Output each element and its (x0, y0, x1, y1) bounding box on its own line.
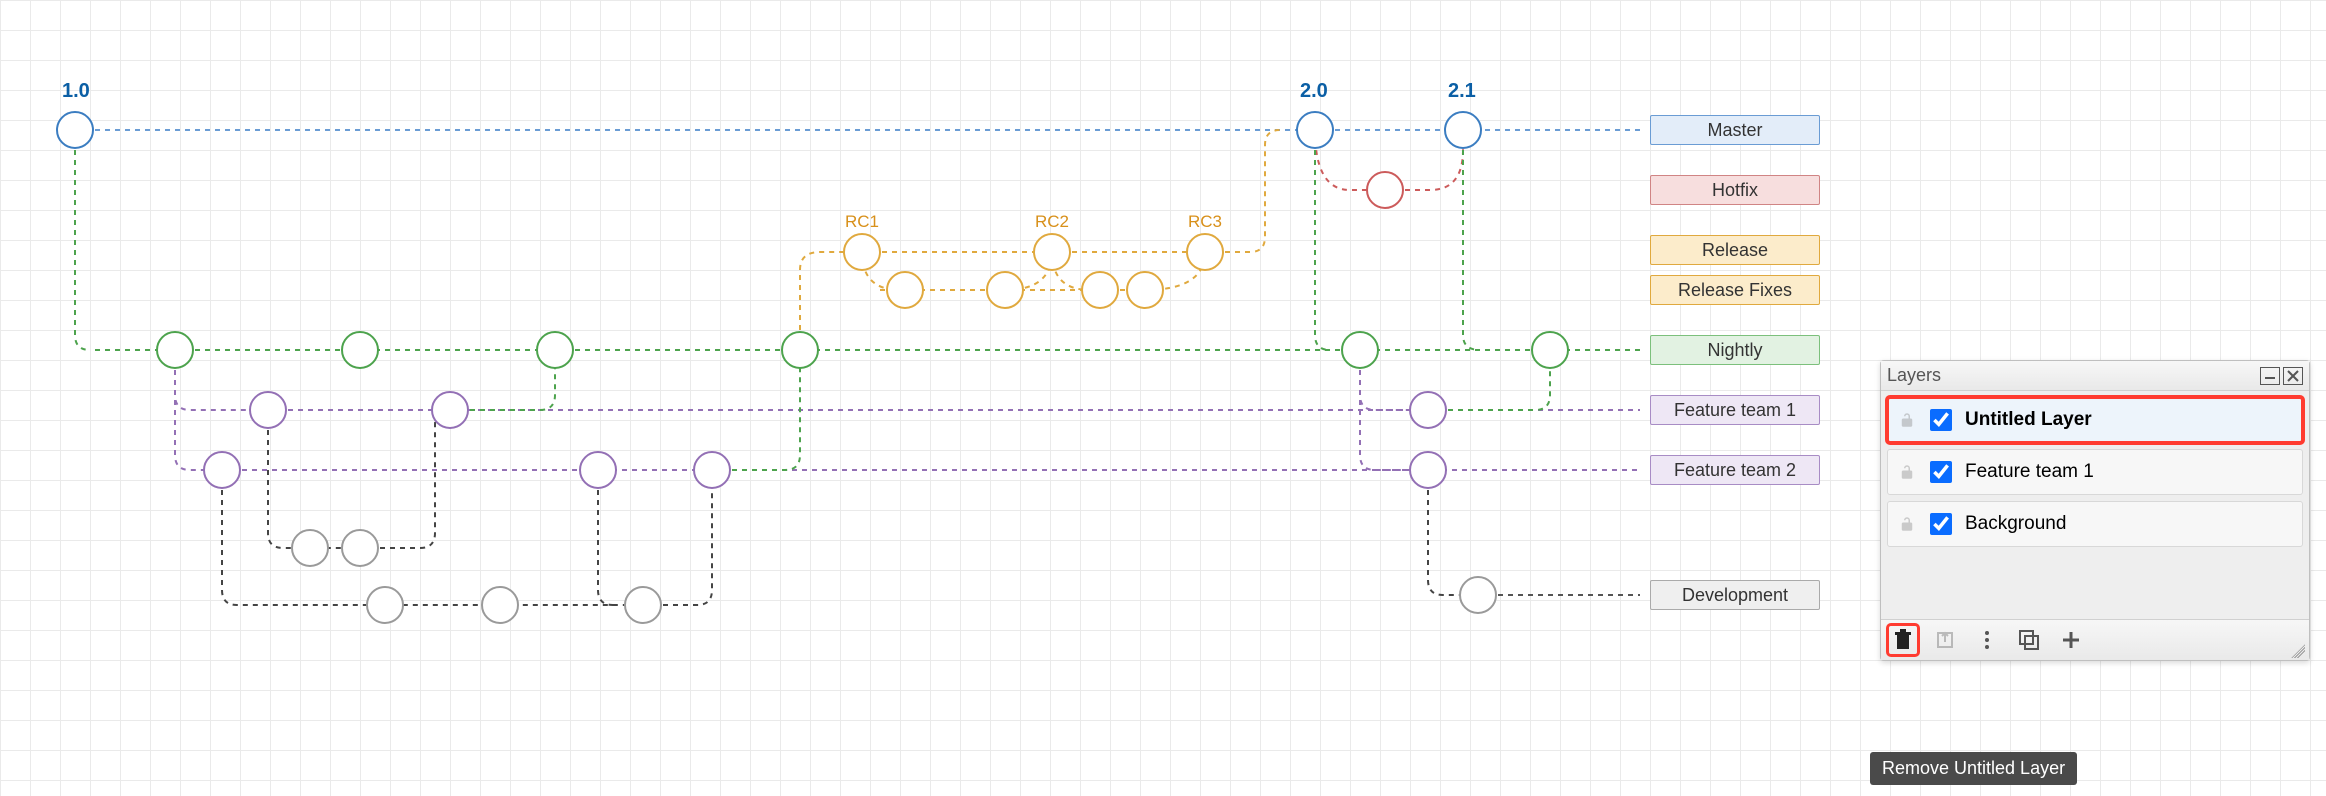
branch-label-hotfix[interactable]: Hotfix (1650, 175, 1820, 205)
layer-name: Feature team 1 (1965, 461, 2094, 483)
rc-tag-3: RC3 (1188, 212, 1222, 232)
version-tag-2.1: 2.1 (1448, 80, 1476, 103)
plus-icon (2061, 630, 2081, 650)
tooltip: Remove Untitled Layer (1870, 752, 2077, 785)
layers-panel-title: Layers (1887, 365, 1941, 386)
export-icon (1935, 630, 1955, 650)
add-layer-button[interactable] (2057, 626, 2085, 654)
trash-icon (1893, 629, 1913, 651)
layers-panel[interactable]: Layers Untitled Layer Feature team 1 Bac… (1880, 360, 2310, 661)
rc-tag-2: RC2 (1035, 212, 1069, 232)
version-tag-1.0: 1.0 (62, 80, 90, 103)
layer-visibility-checkbox[interactable] (1930, 409, 1952, 431)
branch-label-feature-2[interactable]: Feature team 2 (1650, 455, 1820, 485)
delete-layer-button[interactable] (1889, 626, 1917, 654)
layer-visibility-checkbox[interactable] (1930, 513, 1952, 535)
kebab-icon (1984, 630, 1990, 650)
unlock-icon (1898, 411, 1916, 429)
resize-grip[interactable] (2291, 644, 2305, 658)
version-tag-2.0: 2.0 (1300, 80, 1328, 103)
close-icon[interactable] (2283, 367, 2303, 385)
layer-visibility-checkbox[interactable] (1930, 461, 1952, 483)
duplicate-icon (2018, 629, 2040, 651)
rc-tag-1: RC1 (845, 212, 879, 232)
duplicate-layer-button[interactable] (2015, 626, 2043, 654)
layer-name: Untitled Layer (1965, 409, 2092, 431)
minimize-icon[interactable] (2260, 367, 2280, 385)
branch-label-development[interactable]: Development (1650, 580, 1820, 610)
layer-row-feature-team-1[interactable]: Feature team 1 (1887, 449, 2303, 495)
layer-name: Background (1965, 513, 2066, 535)
branch-label-feature-1[interactable]: Feature team 1 (1650, 395, 1820, 425)
layers-panel-footer (1881, 619, 2309, 660)
branch-label-release-fixes[interactable]: Release Fixes (1650, 275, 1820, 305)
branch-label-master[interactable]: Master (1650, 115, 1820, 145)
layer-row-background[interactable]: Background (1887, 501, 2303, 547)
unlock-icon (1898, 463, 1916, 481)
layers-panel-header[interactable]: Layers (1881, 361, 2309, 391)
layer-row-untitled[interactable]: Untitled Layer (1887, 397, 2303, 443)
more-options-button[interactable] (1973, 626, 2001, 654)
export-layer-button[interactable] (1931, 626, 1959, 654)
branch-label-release[interactable]: Release (1650, 235, 1820, 265)
unlock-icon (1898, 515, 1916, 533)
branch-label-nightly[interactable]: Nightly (1650, 335, 1820, 365)
layers-list: Untitled Layer Feature team 1 Background (1881, 391, 2309, 619)
